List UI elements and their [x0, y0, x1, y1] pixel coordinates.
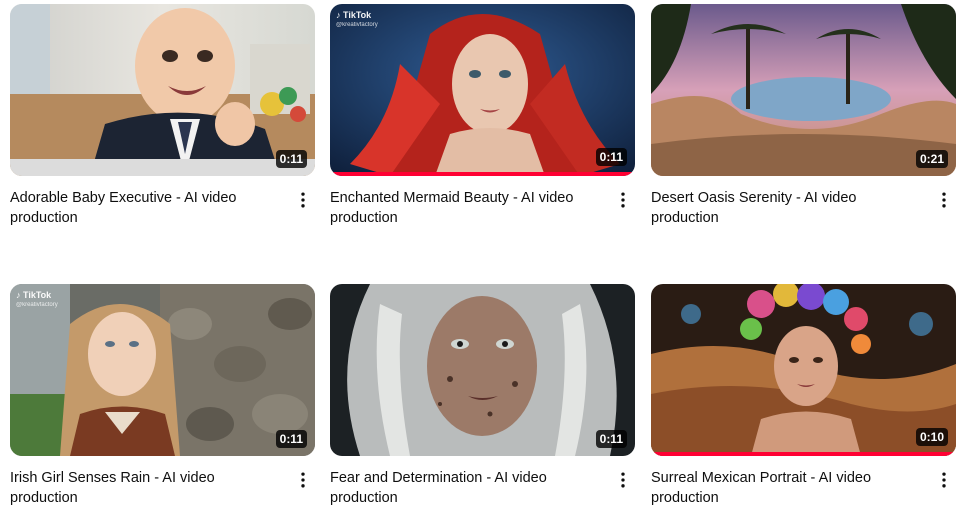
tiktok-handle: @kreativfactory	[336, 22, 378, 28]
video-grid: 0:11 Adorable Baby Executive - AI video …	[0, 0, 961, 514]
video-title[interactable]: Adorable Baby Executive - AI video produ…	[10, 188, 279, 228]
video-meta: Surreal Mexican Portrait - AI video prod…	[651, 468, 956, 508]
duration-badge: 0:21	[915, 150, 948, 168]
video-card[interactable]: ♪ TikTok @kreativfactory 0:11 Enchanted …	[330, 4, 635, 228]
video-card[interactable]: 0:10 Surreal Mexican Portrait - AI video…	[651, 284, 956, 508]
video-card[interactable]: 0:11 Adorable Baby Executive - AI video …	[10, 4, 315, 228]
duration-badge: 0:11	[595, 430, 627, 448]
duration-badge: 0:11	[275, 150, 307, 168]
more-options-button[interactable]	[611, 468, 635, 492]
video-meta: Adorable Baby Executive - AI video produ…	[10, 188, 315, 228]
video-meta: Desert Oasis Serenity - AI video product…	[651, 188, 956, 228]
thumbnail-image	[10, 4, 315, 176]
video-meta: Enchanted Mermaid Beauty - AI video prod…	[330, 188, 635, 228]
duration-badge: 0:10	[915, 428, 948, 446]
video-thumbnail[interactable]: 0:21	[651, 4, 956, 176]
more-options-button[interactable]	[291, 468, 315, 492]
watch-progress-bar	[651, 452, 956, 456]
watch-progress-bar	[330, 172, 635, 176]
video-thumbnail[interactable]: 0:11	[10, 4, 315, 176]
thumbnail-image	[651, 284, 956, 456]
more-options-button[interactable]	[932, 468, 956, 492]
video-meta: Irish Girl Senses Rain - AI video produc…	[10, 468, 315, 508]
more-options-button[interactable]	[291, 188, 315, 212]
video-title[interactable]: Fear and Determination - AI video produc…	[330, 468, 599, 508]
video-card[interactable]: 0:21 Desert Oasis Serenity - AI video pr…	[651, 4, 956, 228]
thumbnail-image	[651, 4, 956, 176]
video-title[interactable]: Enchanted Mermaid Beauty - AI video prod…	[330, 188, 599, 228]
video-thumbnail[interactable]: 0:10	[651, 284, 956, 456]
video-title[interactable]: Irish Girl Senses Rain - AI video produc…	[10, 468, 279, 508]
tiktok-watermark: ♪ TikTok @kreativfactory	[16, 290, 58, 310]
more-vert-icon	[301, 472, 305, 488]
tiktok-watermark: ♪ TikTok @kreativfactory	[336, 10, 378, 30]
more-vert-icon	[942, 472, 946, 488]
more-options-button[interactable]	[932, 188, 956, 212]
video-title[interactable]: Surreal Mexican Portrait - AI video prod…	[651, 468, 920, 508]
more-vert-icon	[942, 192, 946, 208]
video-thumbnail[interactable]: 0:11	[330, 284, 635, 456]
video-meta: Fear and Determination - AI video produc…	[330, 468, 635, 508]
more-options-button[interactable]	[611, 188, 635, 212]
video-title[interactable]: Desert Oasis Serenity - AI video product…	[651, 188, 920, 228]
video-card[interactable]: 0:11 Fear and Determination - AI video p…	[330, 284, 635, 508]
tiktok-icon: ♪	[16, 290, 24, 300]
tiktok-icon: ♪	[336, 10, 344, 20]
more-vert-icon	[621, 472, 625, 488]
tiktok-handle: @kreativfactory	[16, 302, 58, 308]
thumbnail-image	[330, 284, 635, 456]
more-vert-icon	[301, 192, 305, 208]
video-card[interactable]: ♪ TikTok @kreativfactory 0:11 Irish Girl…	[10, 284, 315, 508]
video-thumbnail[interactable]: ♪ TikTok @kreativfactory 0:11	[10, 284, 315, 456]
tiktok-label: TikTok	[343, 10, 372, 20]
tiktok-label: TikTok	[23, 290, 52, 300]
video-thumbnail[interactable]: ♪ TikTok @kreativfactory 0:11	[330, 4, 635, 176]
duration-badge: 0:11	[275, 430, 307, 448]
more-vert-icon	[621, 192, 625, 208]
duration-badge: 0:11	[595, 148, 627, 166]
